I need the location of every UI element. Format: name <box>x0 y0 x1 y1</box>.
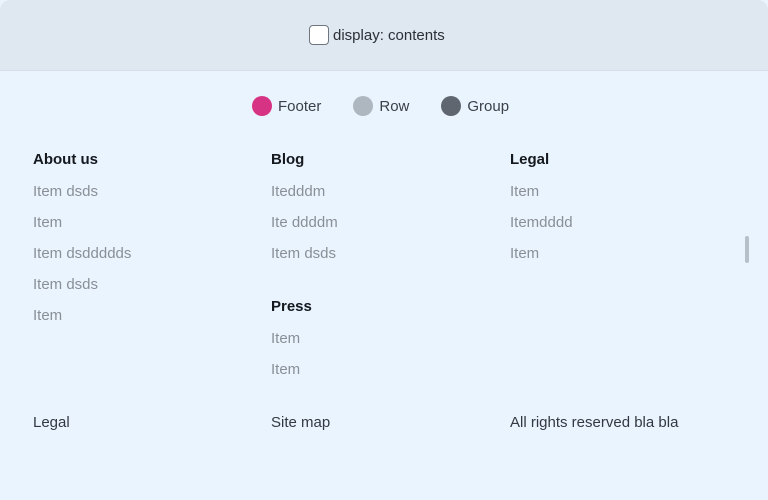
legal-items: Item Itemdddd Item <box>510 176 730 269</box>
press-item[interactable]: Item <box>271 354 491 385</box>
about-us-title: About us <box>33 151 98 168</box>
blog-title: Blog <box>271 151 305 168</box>
legend-footer-label: Footer <box>278 97 322 115</box>
press-items: Item Item <box>271 323 491 385</box>
legal-item[interactable]: Itemdddd <box>510 207 730 238</box>
top-bar: display: contents <box>0 0 768 71</box>
about-us-item[interactable]: Item <box>33 207 253 238</box>
about-us-items: Item dsds Item Item dsddddds Item dsds I… <box>33 176 253 331</box>
legal-title: Legal <box>510 151 550 168</box>
row-color-dot <box>353 96 374 116</box>
about-us-column: About us Item dsds Item Item dsddddds It… <box>33 150 253 331</box>
display-contents-checkbox[interactable] <box>309 25 329 45</box>
legend-group-label: Group <box>467 97 510 115</box>
legend-item-group: Group <box>441 95 509 117</box>
legal-column: Legal Item Itemdddd Item <box>510 150 730 269</box>
legend-item-footer: Footer <box>252 95 321 117</box>
bottom-row: Legal Site map All rights reserved bla b… <box>0 410 768 436</box>
legal-item[interactable]: Item <box>510 176 730 207</box>
blog-items: Itedddm Ite ddddm Item dsds <box>271 176 491 269</box>
blog-column: Blog Itedddm Ite ddddm Item dsds Press I… <box>271 150 491 385</box>
legend-row-label: Row <box>379 97 410 115</box>
legal-item[interactable]: Item <box>510 238 730 269</box>
blog-item[interactable]: Itedddm <box>271 176 491 207</box>
rights-text: All rights reserved bla bla <box>510 414 679 431</box>
press-item[interactable]: Item <box>271 323 491 354</box>
group-color-dot <box>441 96 462 116</box>
about-us-item[interactable]: Item dsddddds <box>33 238 253 269</box>
app-frame: display: contents Footer Row Group About… <box>0 0 768 500</box>
bottom-legal-link[interactable]: Legal <box>33 410 70 436</box>
site-map-link[interactable]: Site map <box>271 410 330 436</box>
display-contents-label: display: contents <box>333 26 445 44</box>
display-contents-toggle[interactable]: display: contents <box>309 24 445 46</box>
about-us-item[interactable]: Item <box>33 300 253 331</box>
blog-item[interactable]: Item dsds <box>271 238 491 269</box>
about-us-item[interactable]: Item dsds <box>33 269 253 300</box>
blog-item[interactable]: Ite ddddm <box>271 207 491 238</box>
legend: Footer Row Group <box>252 95 509 117</box>
about-us-item[interactable]: Item dsds <box>33 176 253 207</box>
footer-color-dot <box>252 96 272 116</box>
legend-item-row: Row <box>353 95 409 117</box>
scrollbar-thumb[interactable] <box>745 236 749 263</box>
press-title: Press <box>271 298 312 315</box>
